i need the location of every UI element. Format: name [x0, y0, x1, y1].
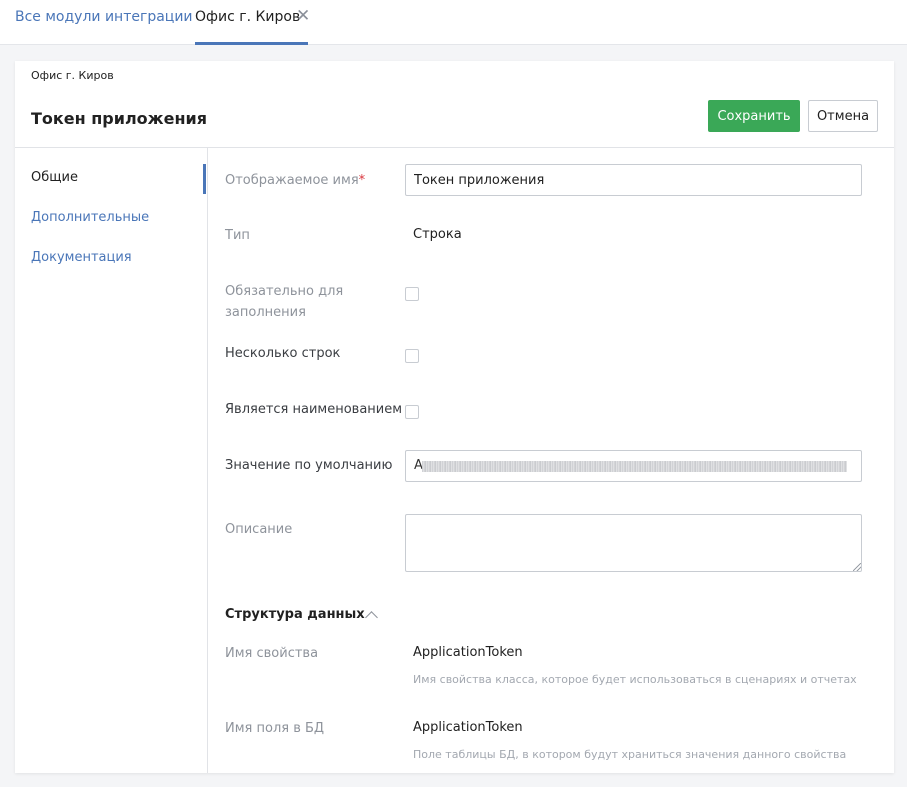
db-field-hint: Поле таблицы БД, в котором будут хранить…	[413, 748, 847, 761]
type-label: Тип	[225, 228, 250, 243]
top-tab-bar: Все модули интеграции Офис г. Киров ✕	[0, 0, 907, 45]
display-name-label: Отображаемое имя*	[225, 170, 405, 191]
default-value-label: Значение по умолчанию	[225, 458, 393, 473]
chevron-up-icon[interactable]	[365, 611, 378, 624]
tab-all-integration-modules[interactable]: Все модули интеграции	[15, 0, 193, 45]
description-textarea[interactable]	[405, 514, 862, 572]
property-name-hint: Имя свойства класса, которое будет испол…	[413, 673, 857, 686]
required-label: Обязательно для заполнения	[225, 284, 344, 320]
nav-active-indicator	[203, 164, 206, 194]
nav-item-general[interactable]: Общие	[31, 163, 208, 193]
property-editor-card: Офис г. Киров Токен приложения Сохранить…	[15, 61, 894, 773]
required-checkbox[interactable]	[405, 287, 419, 301]
type-value: Строка	[413, 227, 462, 242]
description-label: Описание	[225, 522, 293, 537]
tab-office-kirov[interactable]: Офис г. Киров ✕	[195, 0, 310, 45]
property-name-value: ApplicationToken	[413, 645, 523, 660]
breadcrumb: Офис г. Киров	[31, 69, 114, 82]
nav-item-additional[interactable]: Дополнительные	[31, 203, 208, 233]
multiline-label: Несколько строк	[225, 346, 341, 361]
section-nav: Общие Дополнительные Документация	[15, 148, 208, 773]
is-name-checkbox[interactable]	[405, 405, 419, 419]
resize-grip-icon[interactable]	[853, 563, 861, 571]
property-name-label: Имя свойства	[225, 646, 319, 661]
save-button[interactable]: Сохранить	[708, 100, 800, 132]
default-value-input[interactable]: A	[405, 450, 862, 482]
multiline-checkbox[interactable]	[405, 349, 419, 363]
db-field-value: ApplicationToken	[413, 720, 523, 735]
is-name-label: Является наименованием	[225, 402, 403, 417]
close-icon[interactable]: ✕	[296, 0, 310, 35]
page-title: Токен приложения	[31, 109, 207, 128]
nav-item-documentation[interactable]: Документация	[31, 243, 208, 273]
tab-office-kirov-label: Офис г. Киров	[195, 9, 301, 25]
display-name-label-text: Отображаемое имя	[225, 173, 359, 188]
display-name-input[interactable]	[405, 164, 862, 196]
required-marker: *	[358, 173, 366, 188]
redacted-value-mask	[422, 461, 847, 472]
data-structure-title: Структура данных	[225, 607, 365, 622]
db-field-label: Имя поля в БД	[225, 721, 325, 736]
cancel-button[interactable]: Отмена	[808, 100, 878, 132]
